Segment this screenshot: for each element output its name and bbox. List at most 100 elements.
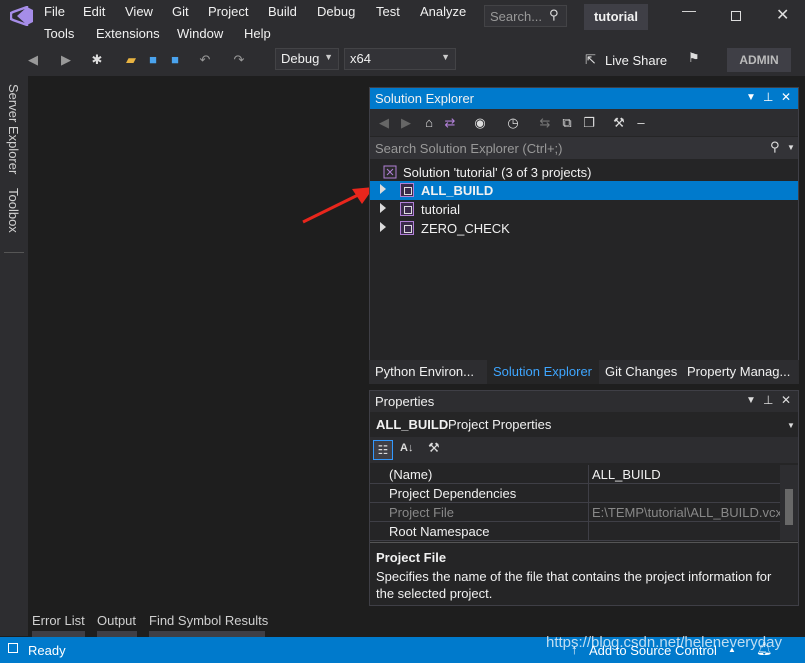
pin-icon[interactable]: ⊥ — [763, 90, 773, 104]
redo-icon[interactable]: ↷ — [231, 52, 247, 68]
visual-studio-logo-icon — [10, 6, 33, 26]
pending-changes-icon[interactable]: ◷ — [505, 115, 521, 131]
global-search-box[interactable]: Search... ⚲ — [484, 5, 567, 27]
project-icon — [400, 221, 414, 235]
new-project-icon[interactable]: ✱ — [89, 52, 105, 68]
home-icon[interactable]: ⌂ — [421, 115, 437, 131]
tab-solution-explorer[interactable]: Solution Explorer — [493, 364, 592, 386]
tree-item-all-build[interactable]: ALL_BUILD — [370, 181, 798, 200]
solution-explorer-search[interactable]: Search Solution Explorer (Ctrl+;) ⚲ ▼ — [370, 137, 798, 159]
pin-icon[interactable]: ⊥ — [763, 393, 773, 407]
status-icon — [8, 643, 18, 653]
close-pane-icon[interactable]: ✕ — [781, 393, 791, 407]
properties-wrench-icon[interactable]: ⚒ — [611, 115, 627, 131]
solution-configuration-dropdown[interactable]: Debug ▼ — [275, 48, 339, 70]
properties-object-type: Project Properties — [448, 417, 552, 432]
solution-platform-dropdown[interactable]: x64 ▼ — [344, 48, 456, 70]
solution-label: Solution 'tutorial' (3 of 3 projects) — [403, 165, 592, 180]
expand-arrow-icon[interactable] — [380, 203, 386, 213]
menu-view[interactable]: View — [125, 4, 153, 19]
sync-icon[interactable]: ⇆ — [537, 115, 553, 131]
menu-test[interactable]: Test — [376, 4, 400, 19]
status-text: Ready — [28, 643, 66, 658]
expand-arrow-icon[interactable] — [380, 222, 386, 232]
tab-property-manager[interactable]: Property Manag... — [687, 364, 790, 386]
feedback-icon[interactable]: ⚑ — [688, 50, 700, 66]
project-label: ALL_BUILD — [421, 183, 494, 198]
property-name: Project Dependencies — [389, 486, 517, 501]
window-position-icon[interactable]: ▼ — [746, 395, 756, 406]
menu-debug[interactable]: Debug — [317, 4, 355, 19]
property-name: Project File — [389, 505, 455, 520]
menu-project[interactable]: Project — [208, 4, 248, 19]
tree-item-zero-check[interactable]: ZERO_CHECK — [370, 219, 798, 238]
close-window-button[interactable]: ✕ — [776, 5, 789, 25]
expand-arrow-icon[interactable] — [380, 184, 386, 194]
chevron-down-icon: ▼ — [324, 52, 333, 62]
description-text: Specifies the name of the file that cont… — [376, 569, 772, 601]
solution-icon — [383, 165, 397, 179]
description-title: Project File — [376, 550, 447, 565]
properties-title: Properties — [375, 394, 435, 409]
property-value[interactable]: ALL_BUILD — [592, 467, 782, 482]
menu-analyze[interactable]: Analyze — [420, 4, 466, 19]
tab-divider — [4, 252, 24, 253]
menu-file[interactable]: File — [44, 4, 65, 19]
tab-toolbox[interactable]: Toolbox — [6, 188, 21, 233]
window-position-icon[interactable]: ▼ — [746, 92, 756, 103]
property-name: (Name) — [389, 467, 433, 482]
account-button[interactable]: ADMIN — [727, 48, 791, 72]
solution-explorer-title: Solution Explorer — [375, 91, 474, 106]
undo-icon[interactable]: ↶ — [197, 52, 213, 68]
alphabetical-icon[interactable]: A↓ — [400, 442, 413, 454]
tab-git-changes[interactable]: Git Changes — [605, 364, 677, 386]
navigate-back-icon[interactable]: ◀ — [25, 52, 41, 68]
collapse-all-icon[interactable]: ⧉ — [559, 115, 575, 131]
menu-window[interactable]: Window — [177, 26, 223, 41]
menu-help[interactable]: Help — [244, 26, 271, 41]
properties-object-name: ALL_BUILD — [376, 417, 449, 432]
property-row-root-namespace[interactable]: Root Namespace — [370, 522, 780, 541]
menu-git[interactable]: Git — [172, 4, 189, 19]
categorized-icon[interactable]: ☷ — [373, 440, 393, 460]
tree-item-tutorial[interactable]: tutorial — [370, 200, 798, 219]
preview-icon[interactable]: – — [633, 115, 649, 131]
solution-node[interactable]: Solution 'tutorial' (3 of 3 projects) — [370, 163, 798, 182]
scrollbar-thumb[interactable] — [785, 489, 793, 525]
maximize-button[interactable] — [731, 11, 741, 21]
save-all-icon[interactable]: ■ — [167, 52, 183, 68]
save-icon[interactable]: ■ — [145, 52, 161, 68]
navigate-forward-icon[interactable]: ▶ — [58, 52, 74, 68]
forward-icon[interactable]: ▶ — [398, 115, 414, 131]
show-all-files-icon[interactable]: ◉ — [472, 115, 488, 131]
project-label: ZERO_CHECK — [421, 221, 510, 236]
properties-title-bar: Properties ▼ ⊥ ✕ — [370, 391, 798, 412]
live-share-icon: ⇱ — [585, 52, 596, 67]
tab-server-explorer[interactable]: Server Explorer — [6, 84, 21, 174]
menu-extensions[interactable]: Extensions — [96, 26, 160, 41]
property-value[interactable]: E:\TEMP\tutorial\ALL_BUILD.vcxp — [592, 505, 782, 520]
open-file-icon[interactable]: ▰ — [123, 52, 139, 68]
back-icon[interactable]: ◀ — [376, 115, 392, 131]
solution-name-badge: tutorial — [584, 4, 648, 30]
close-pane-icon[interactable]: ✕ — [781, 90, 791, 104]
project-label: tutorial — [421, 202, 461, 217]
switch-views-icon[interactable]: ⇄ — [442, 115, 458, 131]
copy-icon[interactable]: ❐ — [581, 115, 597, 131]
project-icon — [400, 202, 414, 216]
menu-build[interactable]: Build — [268, 4, 297, 19]
minimize-button[interactable]: — — [682, 2, 696, 18]
properties-scrollbar[interactable] — [780, 465, 798, 541]
project-icon — [400, 183, 414, 197]
left-side-tabs: Server Explorer Toolbox — [0, 76, 28, 636]
solution-search-placeholder: Search Solution Explorer (Ctrl+;) — [375, 141, 563, 156]
menu-tools[interactable]: Tools — [44, 26, 74, 41]
properties-object-selector[interactable]: ALL_BUILD Project Properties ▼ — [370, 414, 798, 436]
property-row-dependencies[interactable]: Project Dependencies — [370, 484, 780, 503]
menu-edit[interactable]: Edit — [83, 4, 105, 19]
property-row-project-file[interactable]: Project File E:\TEMP\tutorial\ALL_BUILD.… — [370, 503, 782, 522]
tab-python-environments[interactable]: Python Environ... — [375, 364, 474, 386]
live-share-button[interactable]: Live Share — [605, 53, 667, 68]
property-row-name[interactable]: (Name) ALL_BUILD — [370, 465, 780, 484]
property-pages-icon[interactable]: ⚒ — [428, 440, 440, 456]
